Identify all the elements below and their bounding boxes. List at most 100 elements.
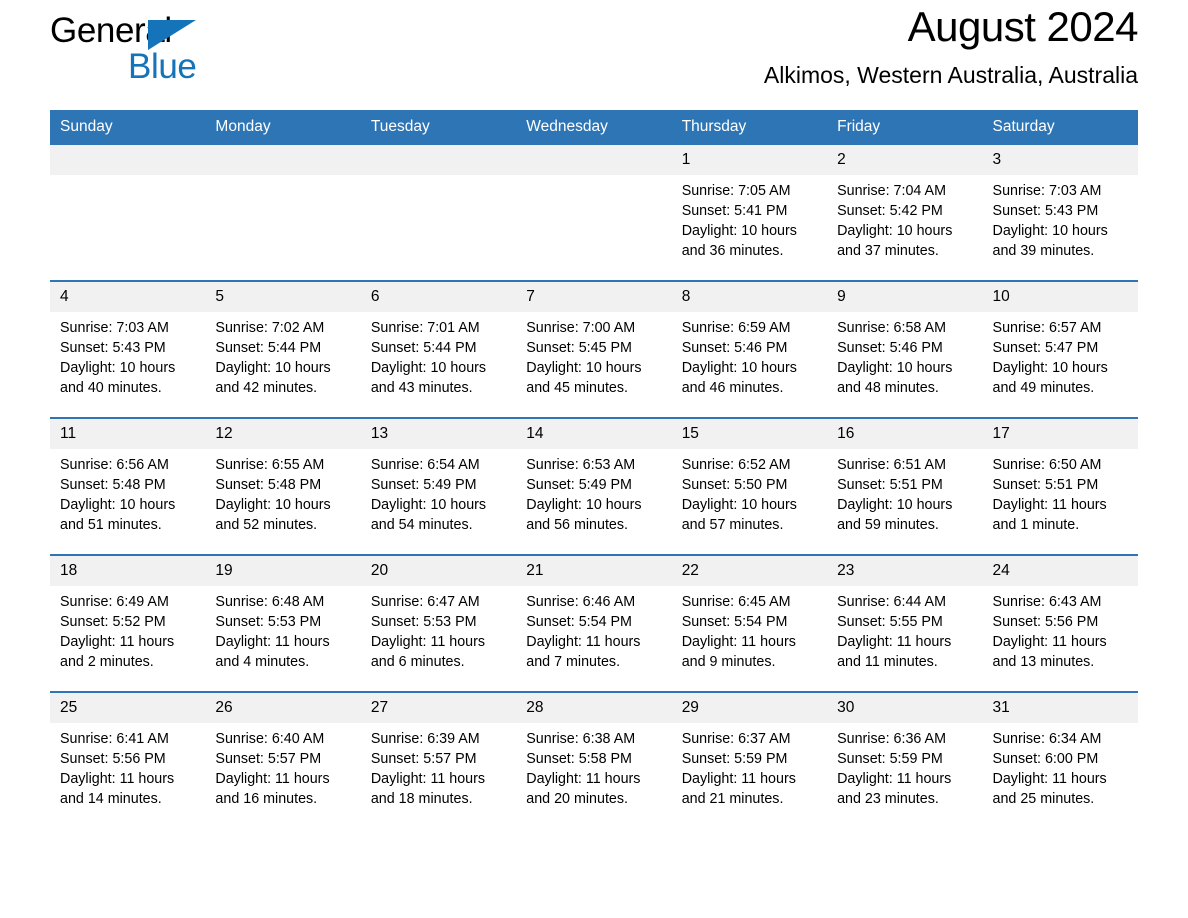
calendar-day-cell[interactable]: 12 Sunrise: 6:55 AM Sunset: 5:48 PM Dayligh… xyxy=(205,418,361,555)
day-number: 25 xyxy=(50,693,206,723)
day-details: Sunrise: 6:51 AM Sunset: 5:51 PM Daylight:… xyxy=(827,449,982,535)
daylight-text-line1: Daylight: 11 hours xyxy=(526,771,641,787)
daylight-text-line2: and 23 minutes. xyxy=(837,791,939,807)
calendar-day-cell[interactable]: 10 Sunrise: 6:57 AM Sunset: 5:47 PM Dayligh… xyxy=(982,281,1138,418)
daylight-text-line1: Daylight: 11 hours xyxy=(370,634,486,650)
day-number: 16 xyxy=(827,419,983,449)
sunset-text: Sunset: 5:47 PM xyxy=(992,340,1099,356)
sunrise-text: Sunrise: 7:03 AM xyxy=(992,183,1102,199)
sunrise-text: Sunrise: 6:52 AM xyxy=(681,457,791,473)
daylight-text-line1: Daylight: 11 hours xyxy=(837,634,952,650)
calendar-day-cell[interactable]: 30 Sunrise: 6:36 AM Sunset: 5:59 PM Dayligh… xyxy=(827,692,983,828)
day-number: 12 xyxy=(205,419,361,449)
general-blue-logo: General Blue xyxy=(50,12,260,92)
day-details: Sunrise: 6:41 AM Sunset: 5:56 PM Daylight:… xyxy=(50,723,205,809)
daylight-text-line1: Daylight: 11 hours xyxy=(837,771,952,787)
calendar-day-cell[interactable]: 27 Sunrise: 6:39 AM Sunset: 5:57 PM Dayligh… xyxy=(360,692,517,828)
calendar-day-cell[interactable]: 29 Sunrise: 6:37 AM Sunset: 5:59 PM Dayligh… xyxy=(671,692,828,828)
day-number: 6 xyxy=(360,282,517,312)
weekday-header-sunday: Sunday xyxy=(50,110,206,145)
calendar-day-cell[interactable]: 25 Sunrise: 6:41 AM Sunset: 5:56 PM Dayligh… xyxy=(50,692,206,828)
sunset-text: Sunset: 5:48 PM xyxy=(215,477,322,493)
weekday-header-saturday: Saturday xyxy=(982,110,1138,145)
sunrise-text: Sunrise: 6:55 AM xyxy=(215,457,325,473)
day-details: Sunrise: 6:46 AM Sunset: 5:54 PM Daylight:… xyxy=(516,586,671,672)
daylight-text-line2: and 20 minutes. xyxy=(526,791,628,807)
day-number: 13 xyxy=(360,419,517,449)
calendar-day-cell[interactable]: 9 Sunrise: 6:58 AM Sunset: 5:46 PM Daylight… xyxy=(827,281,983,418)
calendar-day-cell[interactable]: 5 Sunrise: 7:02 AM Sunset: 5:44 PM Daylight… xyxy=(205,281,361,418)
calendar-day-cell[interactable]: 17 Sunrise: 6:50 AM Sunset: 5:51 PM Dayligh… xyxy=(982,418,1138,555)
day-details: Sunrise: 6:39 AM Sunset: 5:57 PM Daylight:… xyxy=(361,723,516,809)
sunrise-text: Sunrise: 6:40 AM xyxy=(215,731,325,747)
sunset-text: Sunset: 5:44 PM xyxy=(215,340,322,356)
title-block: August 2024 Alkimos, Western Australia, … xyxy=(763,0,1139,90)
daylight-text-line2: and 46 minutes. xyxy=(681,380,784,396)
daylight-text-line1: Daylight: 10 hours xyxy=(526,360,642,376)
calendar-day-cell[interactable]: 28 Sunrise: 6:38 AM Sunset: 5:58 PM Dayligh… xyxy=(516,692,672,828)
daylight-text-line1: Daylight: 11 hours xyxy=(370,771,486,787)
calendar-day-cell[interactable]: 16 Sunrise: 6:51 AM Sunset: 5:51 PM Dayligh… xyxy=(827,418,983,555)
calendar-day-cell[interactable]: 15 Sunrise: 6:52 AM Sunset: 5:50 PM Dayligh… xyxy=(671,418,828,555)
calendar-day-cell[interactable]: 11 Sunrise: 6:56 AM Sunset: 5:48 PM Dayligh… xyxy=(50,418,206,555)
sunset-text: Sunset: 5:55 PM xyxy=(837,614,943,630)
calendar-day-cell[interactable]: 20 Sunrise: 6:47 AM Sunset: 5:53 PM Dayligh… xyxy=(360,555,517,692)
calendar-day-cell[interactable]: 3 Sunrise: 7:03 AM Sunset: 5:43 PM Daylight… xyxy=(982,145,1138,281)
day-number: 20 xyxy=(360,556,517,586)
daylight-text-line1: Daylight: 10 hours xyxy=(215,497,331,513)
daylight-text-line1: Daylight: 11 hours xyxy=(992,497,1107,513)
daylight-text-line1: Daylight: 11 hours xyxy=(526,634,641,650)
sunset-text: Sunset: 5:49 PM xyxy=(526,477,632,493)
day-number xyxy=(516,145,672,175)
day-number: 5 xyxy=(205,282,361,312)
daylight-text-line2: and 13 minutes. xyxy=(992,654,1095,670)
calendar-week-row: 18 Sunrise: 6:49 AM Sunset: 5:52 PM Dayligh… xyxy=(50,555,1138,692)
calendar-day-cell[interactable]: 13 Sunrise: 6:54 AM Sunset: 5:49 PM Dayligh… xyxy=(360,418,517,555)
daylight-text-line2: and 25 minutes. xyxy=(992,791,1095,807)
calendar-day-cell[interactable]: 2 Sunrise: 7:04 AM Sunset: 5:42 PM Daylight… xyxy=(827,145,983,281)
day-number: 3 xyxy=(982,145,1138,175)
daylight-text-line1: Daylight: 10 hours xyxy=(681,360,797,376)
day-details: Sunrise: 6:59 AM Sunset: 5:46 PM Daylight:… xyxy=(672,312,827,398)
location-subtitle: Alkimos, Western Australia, Australia xyxy=(763,62,1138,88)
daylight-text-line1: Daylight: 11 hours xyxy=(215,634,330,650)
calendar-day-cell[interactable]: 23 Sunrise: 6:44 AM Sunset: 5:55 PM Dayligh… xyxy=(827,555,983,692)
calendar-day-cell[interactable]: 14 Sunrise: 6:53 AM Sunset: 5:49 PM Dayligh… xyxy=(516,418,672,555)
calendar-day-cell[interactable]: 21 Sunrise: 6:46 AM Sunset: 5:54 PM Dayligh… xyxy=(516,555,672,692)
day-number xyxy=(50,145,206,175)
calendar-week-row: 25 Sunrise: 6:41 AM Sunset: 5:56 PM Dayligh… xyxy=(50,692,1138,828)
sunset-text: Sunset: 5:51 PM xyxy=(837,477,943,493)
calendar-day-cell-empty xyxy=(360,145,517,281)
day-details: Sunrise: 6:54 AM Sunset: 5:49 PM Daylight:… xyxy=(361,449,516,535)
daylight-text-line2: and 59 minutes. xyxy=(837,517,939,533)
sunset-text: Sunset: 5:59 PM xyxy=(681,751,788,767)
daylight-text-line2: and 49 minutes. xyxy=(992,380,1095,396)
calendar-table: Sunday Monday Tuesday Wednesday Thursday… xyxy=(50,110,1138,828)
sunset-text: Sunset: 5:53 PM xyxy=(215,614,322,630)
daylight-text-line1: Daylight: 10 hours xyxy=(370,360,487,376)
sunrise-text: Sunrise: 7:05 AM xyxy=(681,183,791,199)
calendar-day-cell[interactable]: 26 Sunrise: 6:40 AM Sunset: 5:57 PM Dayligh… xyxy=(205,692,361,828)
day-details: Sunrise: 6:57 AM Sunset: 5:47 PM Daylight:… xyxy=(983,312,1138,398)
calendar-day-cell[interactable]: 6 Sunrise: 7:01 AM Sunset: 5:44 PM Daylight… xyxy=(360,281,517,418)
day-details: Sunrise: 6:47 AM Sunset: 5:53 PM Daylight:… xyxy=(361,586,516,672)
calendar-day-cell[interactable]: 22 Sunrise: 6:45 AM Sunset: 5:54 PM Dayligh… xyxy=(671,555,828,692)
sunrise-text: Sunrise: 6:47 AM xyxy=(370,594,480,610)
weekday-header-monday: Monday xyxy=(205,110,361,145)
sunset-text: Sunset: 5:51 PM xyxy=(992,477,1099,493)
daylight-text-line1: Daylight: 10 hours xyxy=(837,497,953,513)
sunrise-text: Sunrise: 6:57 AM xyxy=(992,320,1102,336)
daylight-text-line1: Daylight: 11 hours xyxy=(992,634,1107,650)
calendar-day-cell[interactable]: 31 Sunrise: 6:34 AM Sunset: 6:00 PM Dayligh… xyxy=(982,692,1138,828)
calendar-day-cell[interactable]: 1 Sunrise: 7:05 AM Sunset: 5:41 PM Daylight… xyxy=(671,145,828,281)
calendar-day-cell[interactable]: 24 Sunrise: 6:43 AM Sunset: 5:56 PM Dayligh… xyxy=(982,555,1138,692)
calendar-body: 1 Sunrise: 7:05 AM Sunset: 5:41 PM Daylight… xyxy=(50,145,1138,828)
calendar-day-cell[interactable]: 19 Sunrise: 6:48 AM Sunset: 5:53 PM Dayligh… xyxy=(205,555,361,692)
calendar-week-row: 1 Sunrise: 7:05 AM Sunset: 5:41 PM Daylight… xyxy=(50,145,1138,281)
calendar-day-cell[interactable]: 18 Sunrise: 6:49 AM Sunset: 5:52 PM Dayligh… xyxy=(50,555,206,692)
daylight-text-line2: and 16 minutes. xyxy=(215,791,318,807)
daylight-text-line2: and 51 minutes. xyxy=(60,517,162,533)
calendar-day-cell[interactable]: 7 Sunrise: 7:00 AM Sunset: 5:45 PM Daylight… xyxy=(516,281,672,418)
calendar-day-cell[interactable]: 4 Sunrise: 7:03 AM Sunset: 5:43 PM Daylight… xyxy=(50,281,206,418)
calendar-day-cell[interactable]: 8 Sunrise: 6:59 AM Sunset: 5:46 PM Daylight… xyxy=(671,281,828,418)
